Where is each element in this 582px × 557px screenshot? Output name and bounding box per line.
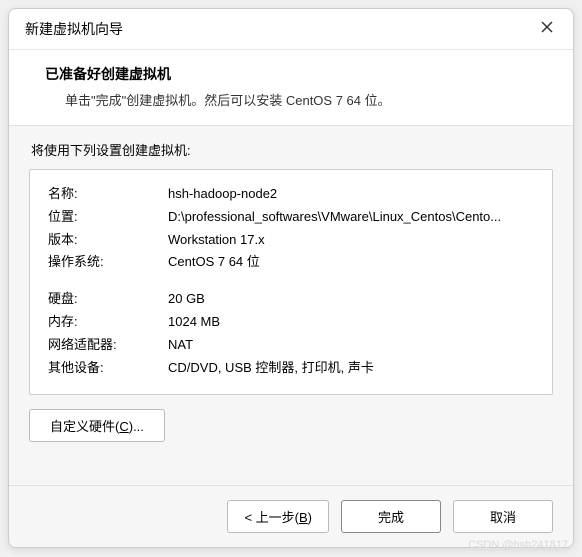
settings-summary-box: 名称: hsh-hadoop-node2 位置: D:\professional… [29, 169, 553, 395]
summary-label: 版本: [48, 230, 168, 251]
summary-row: 网络适配器: NAT [48, 335, 534, 356]
summary-value: D:\professional_softwares\VMware\Linux_C… [168, 207, 534, 228]
customize-row: 自定义硬件(C)... [29, 409, 553, 442]
summary-row: 其他设备: CD/DVD, USB 控制器, 打印机, 声卡 [48, 358, 534, 379]
dialog-title: 新建虚拟机向导 [25, 19, 123, 39]
new-vm-wizard-dialog: 新建虚拟机向导 已准备好创建虚拟机 单击"完成"创建虚拟机。然后可以安装 Cen… [8, 8, 574, 548]
summary-label: 操作系统: [48, 252, 168, 273]
customize-hardware-button[interactable]: 自定义硬件(C)... [29, 409, 165, 442]
summary-value: 1024 MB [168, 312, 534, 333]
summary-value: CentOS 7 64 位 [168, 252, 534, 273]
summary-value: hsh-hadoop-node2 [168, 184, 534, 205]
close-icon [541, 20, 553, 38]
summary-row: 版本: Workstation 17.x [48, 230, 534, 251]
summary-label: 硬盘: [48, 289, 168, 310]
header-title: 已准备好创建虚拟机 [45, 64, 549, 84]
cancel-button[interactable]: 取消 [453, 500, 553, 533]
footer: < 上一步(B) 完成 取消 [9, 485, 573, 547]
summary-label: 名称: [48, 184, 168, 205]
summary-value: Workstation 17.x [168, 230, 534, 251]
summary-row: 位置: D:\professional_softwares\VMware\Lin… [48, 207, 534, 228]
spacer [48, 275, 534, 289]
settings-intro: 将使用下列设置创建虚拟机: [31, 140, 553, 159]
summary-value: NAT [168, 335, 534, 356]
content-area: 将使用下列设置创建虚拟机: 名称: hsh-hadoop-node2 位置: D… [9, 125, 573, 485]
header-section: 已准备好创建虚拟机 单击"完成"创建虚拟机。然后可以安装 CentOS 7 64… [9, 50, 573, 125]
summary-value: CD/DVD, USB 控制器, 打印机, 声卡 [168, 358, 534, 379]
back-button[interactable]: < 上一步(B) [227, 500, 329, 533]
summary-label: 位置: [48, 207, 168, 228]
summary-row: 硬盘: 20 GB [48, 289, 534, 310]
header-subtitle: 单击"完成"创建虚拟机。然后可以安装 CentOS 7 64 位。 [45, 90, 549, 109]
close-button[interactable] [537, 19, 557, 39]
titlebar: 新建虚拟机向导 [9, 9, 573, 50]
summary-row: 操作系统: CentOS 7 64 位 [48, 252, 534, 273]
summary-row: 内存: 1024 MB [48, 312, 534, 333]
summary-row: 名称: hsh-hadoop-node2 [48, 184, 534, 205]
summary-label: 内存: [48, 312, 168, 333]
summary-label: 网络适配器: [48, 335, 168, 356]
summary-label: 其他设备: [48, 358, 168, 379]
summary-value: 20 GB [168, 289, 534, 310]
finish-button[interactable]: 完成 [341, 500, 441, 533]
